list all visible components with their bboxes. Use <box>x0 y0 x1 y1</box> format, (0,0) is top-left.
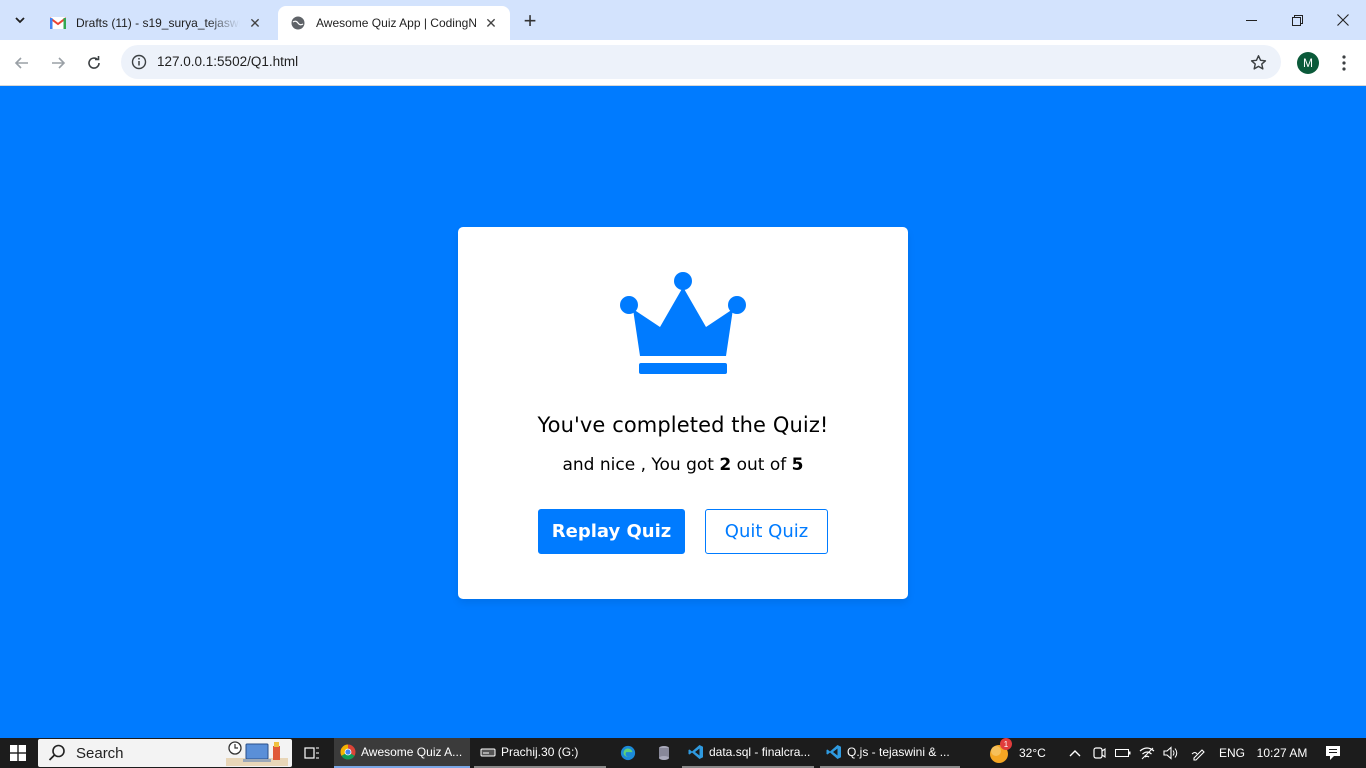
task-view-button[interactable] <box>296 738 328 768</box>
search-highlight-illustration-icon <box>226 741 288 766</box>
vscode-icon <box>826 744 842 760</box>
taskbar-app-label: data.sql - finalcra... <box>709 745 811 759</box>
close-icon[interactable]: ✕ <box>246 14 264 32</box>
minimize-icon <box>1245 19 1257 21</box>
search-icon <box>48 744 66 762</box>
close-icon[interactable]: ✕ <box>482 14 500 32</box>
close-window-button[interactable] <box>1320 0 1366 40</box>
weather-widget[interactable]: 1 32°C <box>988 738 1058 768</box>
edge-icon <box>620 745 636 761</box>
camera-icon <box>1093 747 1106 759</box>
score-middle: out of <box>736 455 787 475</box>
taskbar-app-vscode-q[interactable]: Q.js - tejaswini & ... <box>820 738 960 768</box>
more-vert-icon <box>1342 55 1346 71</box>
score-correct: 2 <box>719 455 732 475</box>
volume-button[interactable] <box>1160 738 1182 768</box>
new-tab-button[interactable]: + <box>518 8 542 33</box>
meet-now-button[interactable] <box>1088 738 1110 768</box>
tab-gmail-drafts[interactable]: Drafts (11) - s19_surya_tejaswini ✕ <box>38 6 274 40</box>
browser-tab-strip: Drafts (11) - s19_surya_tejaswini ✕ Awes… <box>0 0 1366 40</box>
crown-icon <box>620 272 746 374</box>
reload-button[interactable] <box>80 49 108 77</box>
temperature-text: 32°C <box>1019 746 1046 760</box>
taskbar-search-box[interactable]: Search <box>38 739 292 767</box>
chevron-down-icon <box>15 17 25 24</box>
browser-toolbar: 127.0.0.1:5502/Q1.html M <box>0 40 1366 86</box>
taskbar-app-chrome[interactable]: Awesome Quiz A... <box>334 738 470 768</box>
taskbar-app-label: Q.js - tejaswini & ... <box>847 745 950 759</box>
task-view-icon <box>304 747 319 759</box>
network-button[interactable] <box>1136 738 1158 768</box>
page-viewport: You've completed the Quiz! and nice , Yo… <box>0 87 1366 738</box>
database-icon <box>659 746 669 760</box>
search-label: Search <box>76 744 124 762</box>
taskbar-app-label: Prachij.30 (G:) <box>501 745 579 759</box>
taskbar-app-label: Awesome Quiz A... <box>361 745 463 759</box>
chrome-icon <box>340 744 356 760</box>
pen-icon <box>1191 749 1205 761</box>
weather-badge: 1 <box>1000 738 1012 750</box>
speaker-icon <box>1163 746 1178 760</box>
tab-title: Awesome Quiz App | CodingNepal <box>316 16 476 30</box>
close-icon <box>1337 14 1349 26</box>
url-text: 127.0.0.1:5502/Q1.html <box>157 54 299 69</box>
weather-sun-icon: 1 <box>988 738 1012 764</box>
notifications-button[interactable] <box>1320 738 1346 768</box>
tab-title: Drafts (11) - s19_surya_tejaswini <box>76 16 240 30</box>
reload-icon <box>88 56 100 69</box>
bookmark-star-icon[interactable] <box>1247 51 1269 73</box>
notification-icon <box>1326 746 1340 760</box>
vscode-icon <box>688 744 704 760</box>
windows-taskbar: Search Awesome Quiz A... Prachij.30 (G:) <box>0 738 1366 768</box>
windows-logo-icon <box>10 745 26 761</box>
replay-quiz-button[interactable]: Replay Quiz <box>538 509 685 554</box>
tab-quiz-app[interactable]: Awesome Quiz App | CodingNepal ✕ <box>278 6 510 40</box>
site-info-icon[interactable] <box>127 50 151 74</box>
arrow-right-icon <box>52 57 66 69</box>
battery-icon <box>1115 749 1131 757</box>
quit-quiz-button[interactable]: Quit Quiz <box>705 509 828 554</box>
taskbar-app-database[interactable] <box>650 738 678 768</box>
show-hidden-icons-button[interactable] <box>1064 738 1086 768</box>
globe-icon <box>290 15 306 31</box>
tab-search-button[interactable] <box>6 7 34 33</box>
start-button[interactable] <box>0 738 36 768</box>
result-box: You've completed the Quiz! and nice , Yo… <box>458 227 908 599</box>
back-button[interactable] <box>8 49 36 77</box>
minimize-button[interactable] <box>1228 0 1274 40</box>
restore-icon <box>1291 14 1303 26</box>
profile-avatar[interactable]: M <box>1297 52 1319 74</box>
score-prefix: and nice , You got <box>562 455 714 475</box>
wifi-icon <box>1139 747 1155 760</box>
restore-button[interactable] <box>1274 0 1320 40</box>
battery-button[interactable] <box>1112 738 1134 768</box>
score-total: 5 <box>791 455 804 475</box>
chevron-up-icon <box>1069 750 1081 757</box>
clock[interactable]: 10:27 AM <box>1250 738 1314 768</box>
taskbar-app-vscode-data[interactable]: data.sql - finalcra... <box>682 738 814 768</box>
browser-menu-button[interactable] <box>1332 50 1356 76</box>
pen-workspace-button[interactable] <box>1188 738 1210 768</box>
arrow-left-icon <box>14 57 28 69</box>
input-language-button[interactable]: ENG <box>1216 738 1248 768</box>
forward-button[interactable] <box>44 49 72 77</box>
taskbar-app-drive[interactable]: Prachij.30 (G:) <box>474 738 606 768</box>
drive-icon <box>480 744 496 760</box>
gmail-icon <box>50 15 66 31</box>
score-text: and nice , You got 2 out of 5 <box>458 455 908 475</box>
completion-message: You've completed the Quiz! <box>537 413 829 437</box>
address-bar[interactable]: 127.0.0.1:5502/Q1.html <box>121 45 1281 79</box>
taskbar-app-edge[interactable] <box>614 738 642 768</box>
